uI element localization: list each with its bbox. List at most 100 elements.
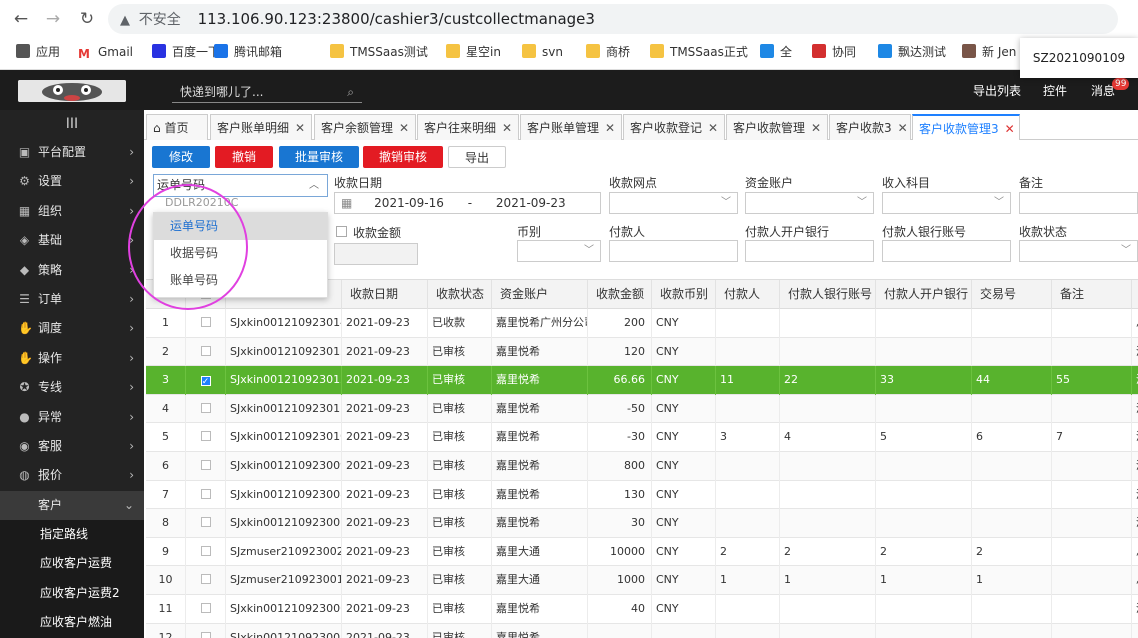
row-checkbox[interactable] <box>200 545 211 556</box>
row-checkbox[interactable] <box>200 603 211 613</box>
sidebar-subitem[interactable]: 应收客户运费2 <box>0 578 144 609</box>
bookmark-item[interactable]: svn <box>522 43 563 61</box>
amount-checkbox[interactable] <box>336 226 347 237</box>
tab-4[interactable]: 客户账单管理 ✕ <box>520 114 622 140</box>
row-checkbox-cell[interactable] <box>186 595 226 624</box>
row-checkbox-cell[interactable] <box>186 423 226 452</box>
row-checkbox-cell[interactable] <box>186 623 226 638</box>
table-row[interactable]: 7 SJxkin001210923008 2021-09-23 已审核 嘉里悦希 130 C… <box>146 480 1138 510</box>
currency-select[interactable]: ﹀ <box>517 240 601 262</box>
close-icon[interactable]: ✕ <box>708 121 718 135</box>
close-icon[interactable]: ✕ <box>502 121 512 135</box>
header-cell[interactable]: 付款人开户银行 <box>876 280 972 309</box>
forward-arrow-icon[interactable]: → <box>42 8 64 30</box>
sidebar-item-3[interactable]: ◈ 基础 › <box>0 226 144 255</box>
row-checkbox[interactable] <box>200 517 211 528</box>
table-row[interactable]: 11 SJxkin001210923006 2021-09-23 已审核 嘉里悦希 40 C… <box>146 595 1138 624</box>
amount-input[interactable] <box>334 243 418 265</box>
table-row[interactable]: 8 SJxkin001210923007 2021-09-23 已审核 嘉里悦希 30 CN… <box>146 509 1138 538</box>
sidebar-item-12[interactable]: 客户 ⌄ <box>0 490 144 521</box>
date-to[interactable]: 2021-09-23 <box>496 196 566 210</box>
row-checkbox[interactable] <box>200 317 211 327</box>
bookmark-item[interactable]: 商桥 <box>586 43 630 61</box>
controls-link[interactable]: 控件 <box>1043 82 1067 99</box>
header-cell[interactable]: 收款日期 <box>342 280 428 309</box>
cancel-button[interactable]: 撤销 <box>215 146 273 168</box>
header-cell[interactable]: 收款状态 <box>428 280 492 309</box>
row-checkbox[interactable] <box>200 402 211 413</box>
payer-account-input[interactable] <box>882 240 1011 262</box>
sidebar-toggle-icon[interactable]: III <box>0 110 144 138</box>
bookmark-item[interactable]: 应用 <box>16 43 60 61</box>
row-checkbox-cell[interactable] <box>186 452 226 481</box>
row-checkbox[interactable] <box>200 574 211 585</box>
account-select[interactable]: ﹀ <box>745 192 874 214</box>
header-cell[interactable]: 收款金额 <box>588 280 652 309</box>
bookmark-item[interactable]: 百度一下 <box>152 43 220 61</box>
table-row[interactable]: 9 SJzmuser210923002 2021-09-23 已审核 嘉里大通 10000… <box>146 537 1138 567</box>
header-cell[interactable]: 收款币别 <box>652 280 716 309</box>
back-arrow-icon[interactable]: ← <box>10 8 32 30</box>
export-button[interactable]: 导出 <box>448 146 506 168</box>
reload-icon[interactable]: ↻ <box>76 8 98 30</box>
close-icon[interactable]: ✕ <box>399 121 409 135</box>
table-row[interactable]: 3 ✓ SJxkin001210923012 2021-09-23 已审核 嘉里悦希 66.… <box>146 366 1138 395</box>
header-cell[interactable]: 付款人 <box>716 280 780 309</box>
row-checkbox-cell[interactable] <box>186 509 226 538</box>
payer-bank-input[interactable] <box>745 240 874 262</box>
sidebar-item-7[interactable]: ✋ 操作 › <box>0 344 144 373</box>
row-checkbox[interactable]: ✓ <box>200 376 211 387</box>
tab-6[interactable]: 客户收款管理 ✕ <box>726 114 828 140</box>
type-option[interactable]: 收据号码 <box>154 240 327 267</box>
bookmark-item[interactable]: 协同 <box>812 43 856 61</box>
header-cell[interactable]: 资金账户 <box>492 280 588 309</box>
sidebar-item-5[interactable]: ☰ 订单 › <box>0 285 144 314</box>
tab-8[interactable]: 客户收款管理3 ✕ <box>912 114 1020 140</box>
status-select[interactable]: ﹀ <box>1019 240 1138 262</box>
table-row[interactable]: 1 SJxkin001210923014 2021-09-23 已收款 嘉里悦希广州分公… <box>146 309 1138 338</box>
row-checkbox[interactable] <box>200 345 211 356</box>
tab-1[interactable]: 客户账单明细 ✕ <box>210 114 312 140</box>
bookmark-item[interactable]: 星空in <box>446 43 501 61</box>
row-checkbox[interactable] <box>200 631 211 638</box>
remark-input[interactable] <box>1019 192 1138 214</box>
bookmark-item[interactable]: M Gmail <box>78 43 133 61</box>
type-option[interactable]: 运单号码 <box>154 213 327 240</box>
type-select[interactable]: 运单号码 ︿ <box>153 174 328 197</box>
table-row[interactable]: 4 SJxkin001210923011 2021-09-23 已审核 嘉里悦希 -50 C… <box>146 394 1138 424</box>
row-checkbox-cell[interactable] <box>186 480 226 510</box>
type-option[interactable]: 账单号码 <box>154 267 327 294</box>
subject-select[interactable]: ﹀ <box>882 192 1011 214</box>
row-checkbox[interactable] <box>200 431 211 442</box>
table-row[interactable]: 6 SJxkin001210923009 2021-09-23 已审核 嘉里悦希 800 C… <box>146 452 1138 481</box>
row-checkbox-cell[interactable]: ✓ <box>186 366 226 395</box>
tab-0[interactable]: ⌂ 首页 <box>146 114 208 140</box>
bookmark-item[interactable]: 腾讯邮箱 <box>214 43 282 61</box>
row-checkbox-cell[interactable] <box>186 394 226 424</box>
row-checkbox[interactable] <box>200 460 211 470</box>
branch-select[interactable]: ﹀ <box>609 192 738 214</box>
sidebar-item-6[interactable]: ✋ 调度 › <box>0 314 144 343</box>
close-icon[interactable]: ✕ <box>295 121 305 135</box>
table-row[interactable]: 12 SJxkin001210923005 2021-09-23 已审核 嘉里悦希 <box>146 623 1138 638</box>
sidebar-item-9[interactable]: ● 异常 › <box>0 403 144 432</box>
sidebar-item-2[interactable]: ▦ 组织 › <box>0 197 144 226</box>
header-cell[interactable]: 备注 <box>1052 280 1132 309</box>
sidebar-subitem[interactable]: 应收客户燃油 <box>0 608 144 638</box>
autocomplete-popup[interactable]: SZ2021090109 <box>1020 38 1138 78</box>
batch-approve-button[interactable]: 批量审核 <box>279 146 359 168</box>
tab-2[interactable]: 客户余额管理 ✕ <box>314 114 416 140</box>
payer-input[interactable] <box>609 240 738 262</box>
tab-3[interactable]: 客户往来明细 ✕ <box>417 114 519 140</box>
bookmark-item[interactable]: TMSSaas测试 <box>330 43 428 61</box>
bookmark-item[interactable]: 新 Jen <box>962 43 1016 61</box>
sidebar-item-1[interactable]: ⚙ 设置 › <box>0 167 144 196</box>
edit-button[interactable]: 修改 <box>152 146 210 168</box>
sidebar-item-8[interactable]: ✪ 专线 › <box>0 373 144 402</box>
close-icon[interactable]: ✕ <box>605 121 615 135</box>
sidebar-item-11[interactable]: ◍ 报价 › <box>0 461 144 490</box>
row-checkbox-cell[interactable] <box>186 566 226 595</box>
tab-5[interactable]: 客户收款登记 ✕ <box>623 114 725 140</box>
search-icon[interactable]: ⌕ <box>347 81 354 103</box>
export-list-link[interactable]: 导出列表 <box>973 82 1021 99</box>
